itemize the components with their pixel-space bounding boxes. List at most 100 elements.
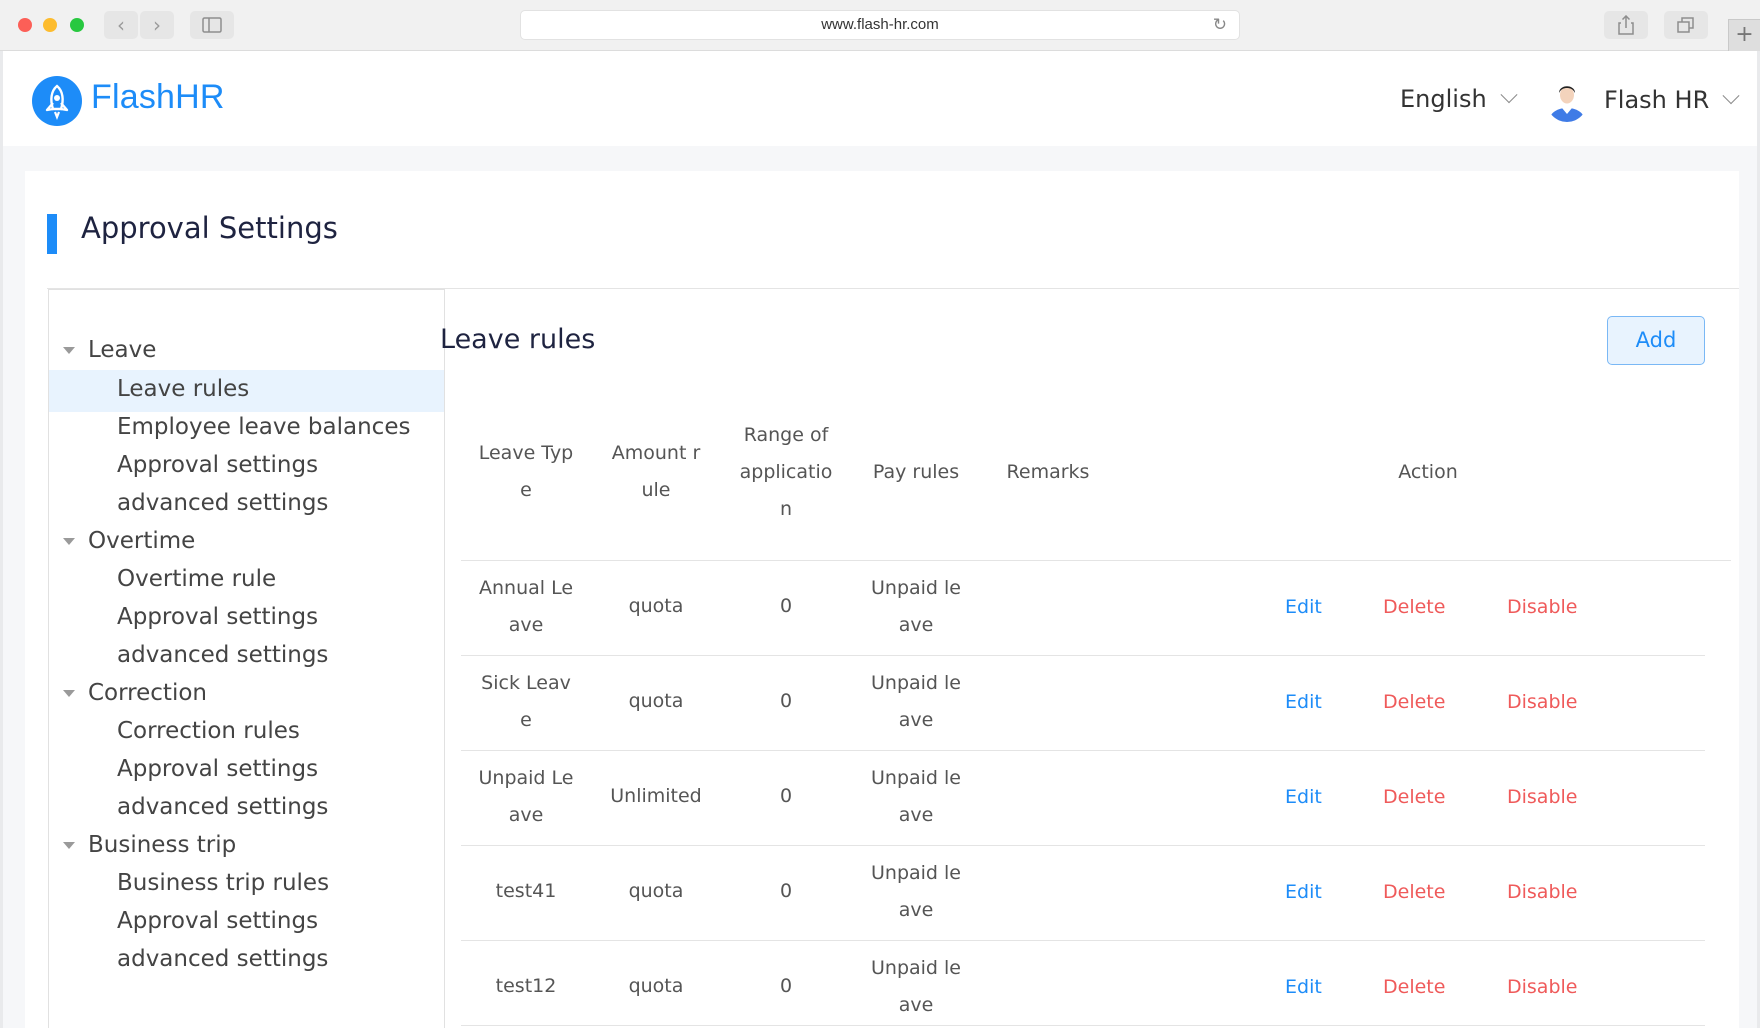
chevron-left-icon: ‹ <box>117 13 125 37</box>
cell-amount-rule: quota <box>628 690 684 712</box>
disable-link[interactable]: Disable <box>1507 786 1577 808</box>
sidebar-item-label: advanced settings <box>117 946 329 972</box>
caret-down-icon <box>63 842 75 849</box>
sidebar-item-business-trip-approval-settings[interactable]: Approval settings <box>49 902 444 944</box>
sidebar-group-label: Overtime <box>88 528 196 554</box>
cell-range: 0 <box>779 690 793 712</box>
delete-link[interactable]: Delete <box>1383 881 1445 903</box>
section-title: Leave rules <box>440 324 596 355</box>
sidebar-item-overtime-advanced-settings[interactable]: advanced settings <box>49 636 444 678</box>
sidebar-item-business-trip-advanced-settings[interactable]: advanced settings <box>49 940 444 982</box>
edit-link[interactable]: Edit <box>1285 596 1322 618</box>
cell-leave-type: Annual Le ave <box>461 570 591 644</box>
reload-icon[interactable]: ↻ <box>1213 11 1227 39</box>
chevron-down-icon <box>1722 87 1740 105</box>
user-avatar-icon <box>1546 78 1588 122</box>
header-divider <box>461 560 1731 561</box>
sidebar-item-employee-leave-balances[interactable]: Employee leave balances <box>49 408 444 450</box>
cell-line: Unpaid le <box>871 767 961 789</box>
cell-amount-rule: quota <box>628 595 684 617</box>
browser-toolbar: ‹ › www.flash-hr.com ↻ + <box>0 0 1760 51</box>
sidebar-group-correction[interactable]: Correction <box>49 674 444 716</box>
sidebar-group-label: Correction <box>88 680 207 706</box>
cell-line: ave <box>898 709 934 731</box>
row-divider <box>461 940 1705 941</box>
plus-icon: + <box>1735 22 1754 47</box>
sidebar-group-label: Business trip <box>88 832 237 858</box>
cell-line: Unpaid le <box>871 672 961 694</box>
language-selector[interactable]: English <box>1400 85 1518 113</box>
sidebar-item-correction-approval-settings[interactable]: Approval settings <box>49 750 444 792</box>
sidebar-toggle-button[interactable] <box>190 11 234 39</box>
sidebar-item-label: Leave rules <box>117 376 250 402</box>
cell-leave-type: Sick Leav e <box>461 665 591 739</box>
caret-down-icon <box>63 347 75 354</box>
edit-link[interactable]: Edit <box>1285 691 1322 713</box>
disable-link[interactable]: Disable <box>1507 596 1577 618</box>
row-divider <box>461 750 1705 751</box>
forward-button[interactable]: › <box>140 11 174 39</box>
cell-line: test12 <box>495 975 557 997</box>
delete-link[interactable]: Delete <box>1383 691 1445 713</box>
cell-line: Unpaid le <box>871 577 961 599</box>
sidebar-item-correction-rules[interactable]: Correction rules <box>49 712 444 754</box>
sidebar-group-business-trip[interactable]: Business trip <box>49 826 444 868</box>
sidebar-item-overtime-approval-settings[interactable]: Approval settings <box>49 598 444 640</box>
row-divider <box>461 1025 1705 1026</box>
disable-link[interactable]: Disable <box>1507 691 1577 713</box>
cell-amount-rule: Unlimited <box>610 785 702 807</box>
add-button[interactable]: Add <box>1607 316 1705 365</box>
column-header-range-of-application: Range of applicatio n <box>721 417 851 528</box>
new-tab-button[interactable]: + <box>1728 19 1760 51</box>
sidebar-item-label: Approval settings <box>117 908 319 934</box>
back-button[interactable]: ‹ <box>104 11 138 39</box>
cell-leave-type: test12 <box>461 968 591 1005</box>
disable-link[interactable]: Disable <box>1507 881 1577 903</box>
delete-link[interactable]: Delete <box>1383 786 1445 808</box>
share-button[interactable] <box>1604 11 1648 39</box>
sidebar-item-label: Correction rules <box>117 718 300 744</box>
sidebar-item-label: Approval settings <box>117 452 319 478</box>
cell-line: ave <box>508 614 544 636</box>
user-menu[interactable]: Flash HR <box>1546 78 1740 122</box>
sidebar-item-overtime-rule[interactable]: Overtime rule <box>49 560 444 602</box>
cell-line: ave <box>898 899 934 921</box>
tabs-overview-button[interactable] <box>1664 11 1708 39</box>
zoom-window-button[interactable] <box>70 18 84 32</box>
sidebar-item-business-trip-rules[interactable]: Business trip rules <box>49 864 444 906</box>
edit-link[interactable]: Edit <box>1285 881 1322 903</box>
page-title: Approval Settings <box>81 211 338 245</box>
sidebar-group-leave[interactable]: Leave <box>49 331 444 373</box>
cell-amount-rule: quota <box>628 975 684 997</box>
sidebar-group-overtime[interactable]: Overtime <box>49 522 444 564</box>
sidebar-item-leave-rules[interactable]: Leave rules <box>49 370 444 412</box>
close-window-button[interactable] <box>18 18 32 32</box>
cell-range: 0 <box>779 785 793 807</box>
delete-link[interactable]: Delete <box>1383 596 1445 618</box>
header-line: e <box>520 479 532 501</box>
row-divider <box>461 845 1705 846</box>
cell-line: Sick Leav <box>481 672 571 694</box>
cell-line: Unpaid le <box>871 862 961 884</box>
sidebar-item-label: Approval settings <box>117 604 319 630</box>
delete-link[interactable]: Delete <box>1383 976 1445 998</box>
sidebar-group-label: Leave <box>88 337 157 363</box>
sidebar-item-label: advanced settings <box>117 490 329 516</box>
caret-down-icon <box>63 538 75 545</box>
cell-line: Unpaid le <box>871 957 961 979</box>
app-header: FlashHR English Flash HR <box>3 51 1757 146</box>
row-divider <box>461 655 1705 656</box>
edit-link[interactable]: Edit <box>1285 786 1322 808</box>
disable-link[interactable]: Disable <box>1507 976 1577 998</box>
cell-line: e <box>520 709 532 731</box>
cell-line: Annual Le <box>478 577 574 599</box>
sidebar-item-leave-approval-settings[interactable]: Approval settings <box>49 446 444 488</box>
header-line: Pay rules <box>872 461 960 483</box>
sidebar-item-correction-advanced-settings[interactable]: advanced settings <box>49 788 444 830</box>
edit-link[interactable]: Edit <box>1285 976 1322 998</box>
cell-line: ave <box>508 804 544 826</box>
address-bar[interactable]: www.flash-hr.com ↻ <box>520 10 1240 40</box>
header-line: Action <box>1398 461 1458 483</box>
minimize-window-button[interactable] <box>43 18 57 32</box>
sidebar-item-leave-advanced-settings[interactable]: advanced settings <box>49 484 444 526</box>
